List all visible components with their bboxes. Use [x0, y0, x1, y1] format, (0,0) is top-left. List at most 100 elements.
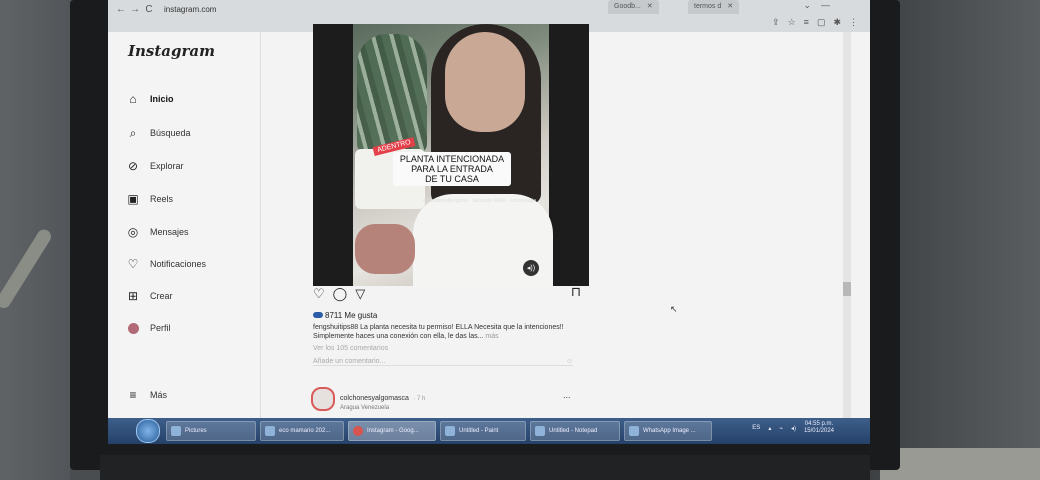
taskbar-item-label: Untitled - Notepad	[549, 428, 598, 434]
taskbar-item-label: Untitled - Paint	[459, 428, 499, 434]
sidebar-item-profile[interactable]: Perfil	[126, 321, 171, 335]
more-options-icon[interactable]: ...	[563, 390, 571, 400]
screen: ← → C instagram.com Goodb... ✕ termos d ✕ …	[108, 0, 870, 444]
plant-leaves	[357, 34, 427, 154]
sidebar-item-label: Búsqueda	[150, 128, 191, 138]
sidepanel-icon[interactable]: ▢	[817, 17, 826, 28]
sidebar-item-create[interactable]: ⊞ Crear	[126, 289, 173, 303]
plus-square-icon: ⊞	[127, 289, 139, 303]
taskbar-item[interactable]: WhatsApp Image ...	[624, 421, 712, 441]
network-icon[interactable]: ⌁	[779, 425, 783, 432]
close-icon[interactable]: ✕	[647, 3, 653, 10]
sidebar-item-label: Más	[150, 390, 168, 400]
next-post-location[interactable]: Aragua Venezuela	[340, 405, 425, 411]
taskbar-item[interactable]: Instagram - Goog...	[348, 421, 436, 441]
close-icon[interactable]: ✕	[727, 3, 733, 10]
sidebar-item-reels[interactable]: ▣ Reels	[126, 192, 173, 206]
overlay-line: DE TU CASA	[425, 174, 479, 184]
next-post-header: colchonesyalgomasca · 7 h Aragua Venezue…	[311, 387, 425, 411]
browser-toolbar-icons: ⇪ ☆ ≡ ▢ ✱ ⋮	[772, 17, 858, 28]
language-indicator[interactable]: ES	[752, 425, 760, 431]
volume-icon[interactable]: ◂)	[791, 425, 796, 432]
start-button[interactable]	[136, 419, 160, 443]
sidebar-item-label: Perfil	[150, 323, 171, 333]
overlay-line: PARA LA ENTRADA	[411, 164, 493, 174]
sidebar-item-more[interactable]: ≡ Más	[126, 388, 167, 402]
window-controls: ⌄ —	[803, 0, 830, 11]
sidebar-item-label: Inicio	[150, 94, 174, 104]
sidebar-item-home[interactable]: ⌂ Inicio	[126, 92, 174, 106]
taskbar-item[interactable]: Untitled - Paint	[440, 421, 526, 441]
compass-icon: ⊘	[127, 159, 139, 173]
minimize-icon[interactable]: —	[821, 0, 830, 11]
instagram-logo[interactable]: Instagram	[128, 42, 215, 60]
post-actions: ♡ ◯ ▽ ⊓	[313, 284, 581, 304]
taskbar-item[interactable]: Untitled - Notepad	[530, 421, 620, 441]
paint-icon	[445, 426, 455, 436]
search-icon: ⌕	[129, 125, 137, 140]
taskbar-item[interactable]: Pictures	[166, 421, 256, 441]
mute-icon[interactable]: ◂))	[523, 260, 539, 276]
bookmark-icon[interactable]: ⊓	[571, 284, 581, 300]
share-icon[interactable]: ⇪	[772, 17, 780, 28]
sidebar-item-label: Explorar	[150, 161, 184, 171]
folder-icon	[171, 426, 181, 436]
more-link[interactable]: más	[485, 333, 498, 340]
heart-icon[interactable]: ♡	[313, 286, 325, 302]
heart-icon: ♡	[127, 257, 139, 271]
avatar[interactable]	[311, 387, 335, 411]
comment-icon[interactable]: ◯	[333, 286, 348, 302]
sidebar-item-messages[interactable]: ◎ Mensajes	[126, 225, 189, 239]
address-bar-row: ← → C instagram.com	[108, 0, 870, 18]
star-icon[interactable]: ☆	[788, 17, 796, 28]
sidebar: Instagram ⌂ Inicio ⌕ Búsqueda ⊘ Explorar…	[120, 32, 261, 418]
share-icon[interactable]: ▽	[355, 286, 365, 302]
next-post-username[interactable]: colchonesyalgomasca	[340, 395, 409, 402]
post-username[interactable]: fengshuitips88	[313, 324, 358, 331]
tab-title: Goodb...	[614, 3, 641, 10]
like-count[interactable]: 8711 Me gusta	[313, 311, 377, 320]
system-tray: ES ▴ ⌁ ◂) 04:55 p.m. 15/01/2024	[752, 421, 834, 435]
post-caption: fengshuitips88 La planta necesita tu per…	[313, 323, 573, 341]
video-frame: ADENTRO PLANTA INTENCIONADA PARA LA ENTR…	[353, 24, 553, 286]
browser-tab[interactable]: termos d ✕	[688, 0, 740, 14]
emoji-icon[interactable]: ☺	[566, 358, 573, 365]
post-video[interactable]: ADENTRO PLANTA INTENCIONADA PARA LA ENTR…	[313, 24, 589, 286]
forward-button[interactable]: →	[128, 4, 142, 15]
sidebar-item-notifications[interactable]: ♡ Notificaciones	[126, 257, 206, 271]
clock-time: 04:55 p.m.	[804, 421, 834, 427]
sidebar-item-explore[interactable]: ⊘ Explorar	[126, 159, 184, 173]
scrollbar-thumb[interactable]	[843, 282, 851, 296]
desk-surface	[880, 448, 1040, 480]
video-overlay-text: PLANTA INTENCIONADA PARA LA ENTRADA DE T…	[393, 152, 511, 186]
reels-icon: ▣	[127, 192, 139, 206]
reload-button[interactable]: C	[142, 4, 156, 15]
browser-tab[interactable]: Goodb... ✕	[608, 0, 659, 14]
menu-icon: ≡	[129, 388, 137, 402]
scrollbar[interactable]	[843, 32, 851, 418]
chevron-up-icon[interactable]: ▴	[768, 425, 771, 432]
video-subject-face	[445, 32, 525, 132]
extensions-icon[interactable]: ✱	[833, 17, 841, 28]
taskbar-item[interactable]: eco mamario 202...	[260, 421, 344, 441]
clock[interactable]: 04:55 p.m. 15/01/2024	[804, 421, 834, 435]
chrome-icon	[353, 426, 363, 436]
next-post-time: · 7 h	[413, 396, 426, 402]
taskbar-item-label: Instagram - Goog...	[367, 428, 419, 434]
kebab-menu-icon[interactable]: ⋮	[849, 17, 858, 28]
media-icon[interactable]: ≡	[804, 17, 809, 28]
like-count-text: 8711 Me gusta	[325, 311, 378, 320]
view-comments-link[interactable]: Ver los 105 comentarios	[313, 345, 388, 352]
taskbar-item-label: eco mamario 202...	[279, 428, 331, 434]
back-button[interactable]: ←	[114, 4, 128, 15]
next-post-meta: colchonesyalgomasca · 7 h Aragua Venezue…	[340, 387, 425, 411]
address-bar[interactable]: instagram.com	[164, 5, 216, 14]
taskbar: Pictures eco mamario 202... Instagram - …	[108, 418, 870, 444]
mouse-cursor-icon: ↖	[670, 304, 678, 314]
liker-avatars	[313, 312, 323, 318]
chevron-down-icon[interactable]: ⌄	[803, 0, 811, 11]
home-icon: ⌂	[129, 92, 137, 106]
sidebar-item-search[interactable]: ⌕ Búsqueda	[126, 126, 191, 140]
sidebar-item-label: Notificaciones	[150, 259, 207, 269]
comment-input[interactable]: Añade un comentario... ☺	[313, 358, 573, 366]
